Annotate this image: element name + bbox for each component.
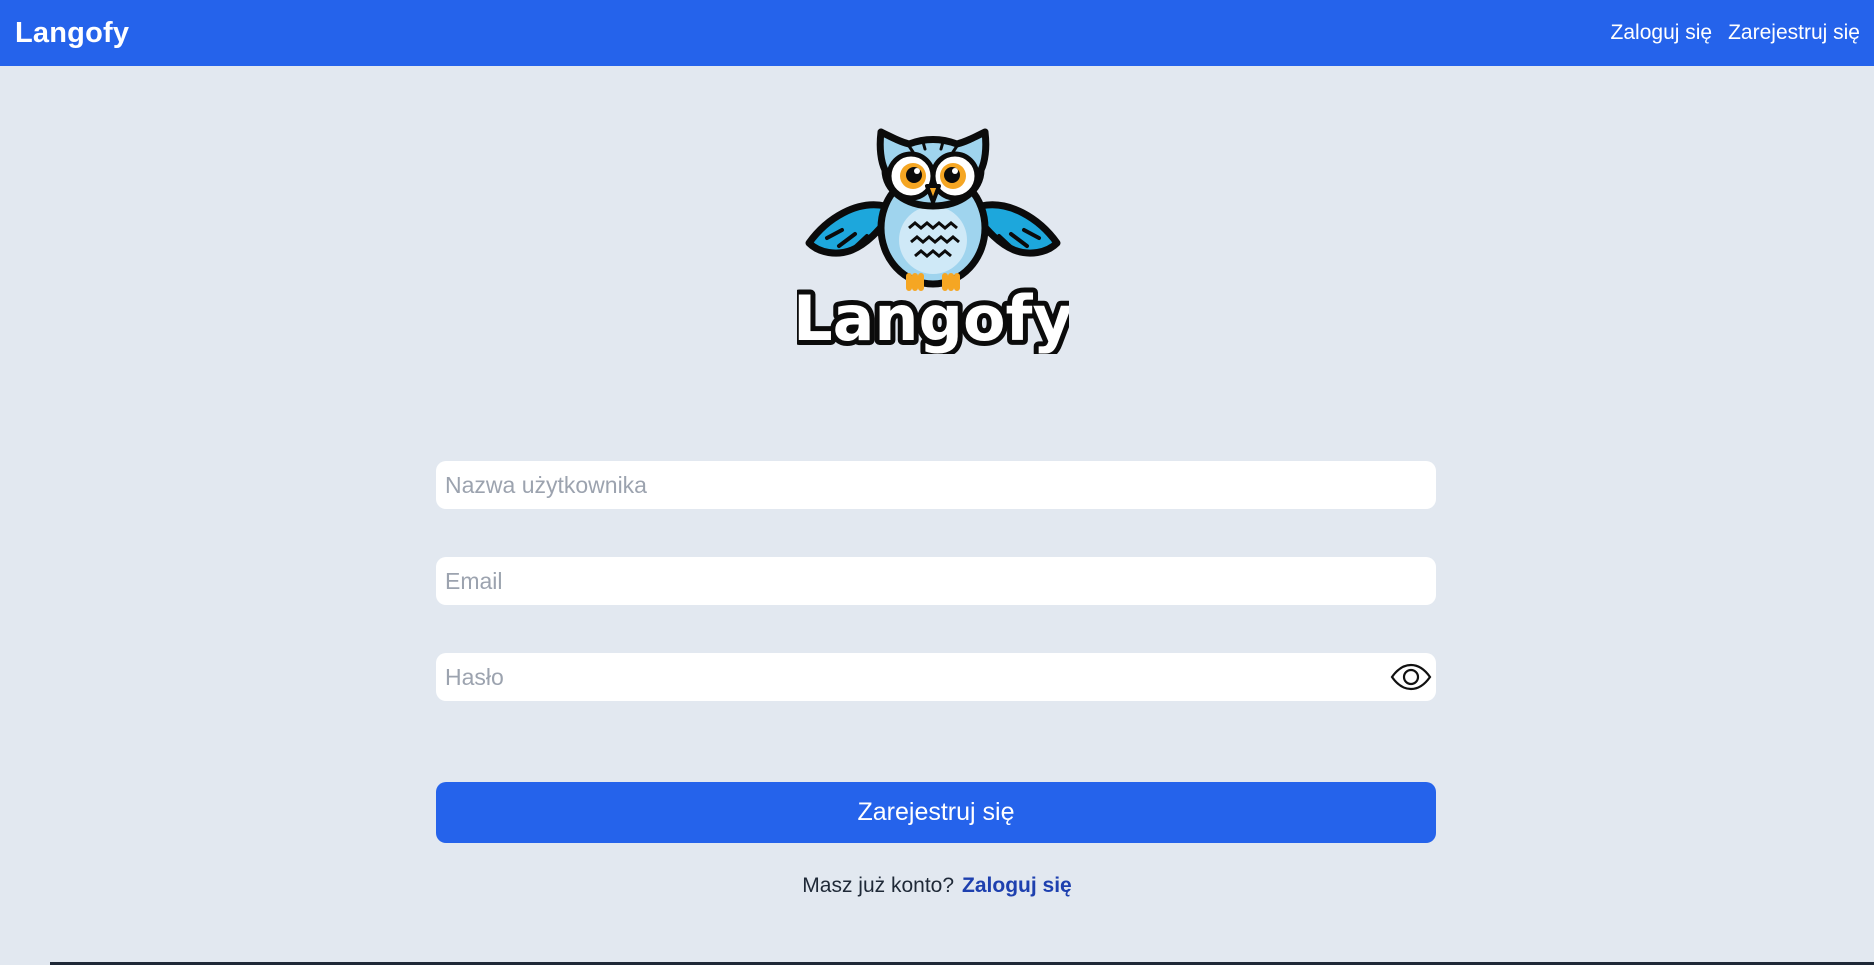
email-input[interactable] <box>436 557 1436 605</box>
logo-wordmark: Langofy <box>797 282 1069 354</box>
top-navbar: Langofy Zaloguj się Zarejestruj się <box>0 0 1874 66</box>
register-submit-button[interactable]: Zarejestruj się <box>436 782 1436 843</box>
username-input[interactable] <box>436 461 1436 509</box>
owl-mascot-icon: Langofy <box>788 128 1078 360</box>
password-field-wrapper <box>436 653 1436 701</box>
email-field-wrapper <box>436 557 1436 605</box>
nav-register-link[interactable]: Zarejestruj się <box>1728 21 1860 45</box>
langofy-logo: Langofy <box>788 118 1078 360</box>
brand-link[interactable]: Langofy <box>15 17 129 50</box>
eye-icon[interactable] <box>1389 661 1433 693</box>
have-account-text: Masz już konto? <box>802 874 955 897</box>
login-prompt: Masz już konto? Zaloguj się <box>0 874 1874 898</box>
login-link[interactable]: Zaloguj się <box>962 874 1072 898</box>
top-nav: Zaloguj się Zarejestruj się <box>1611 21 1860 45</box>
nav-login-link[interactable]: Zaloguj się <box>1611 21 1713 45</box>
password-input[interactable] <box>436 653 1436 701</box>
username-field-wrapper <box>436 461 1436 509</box>
